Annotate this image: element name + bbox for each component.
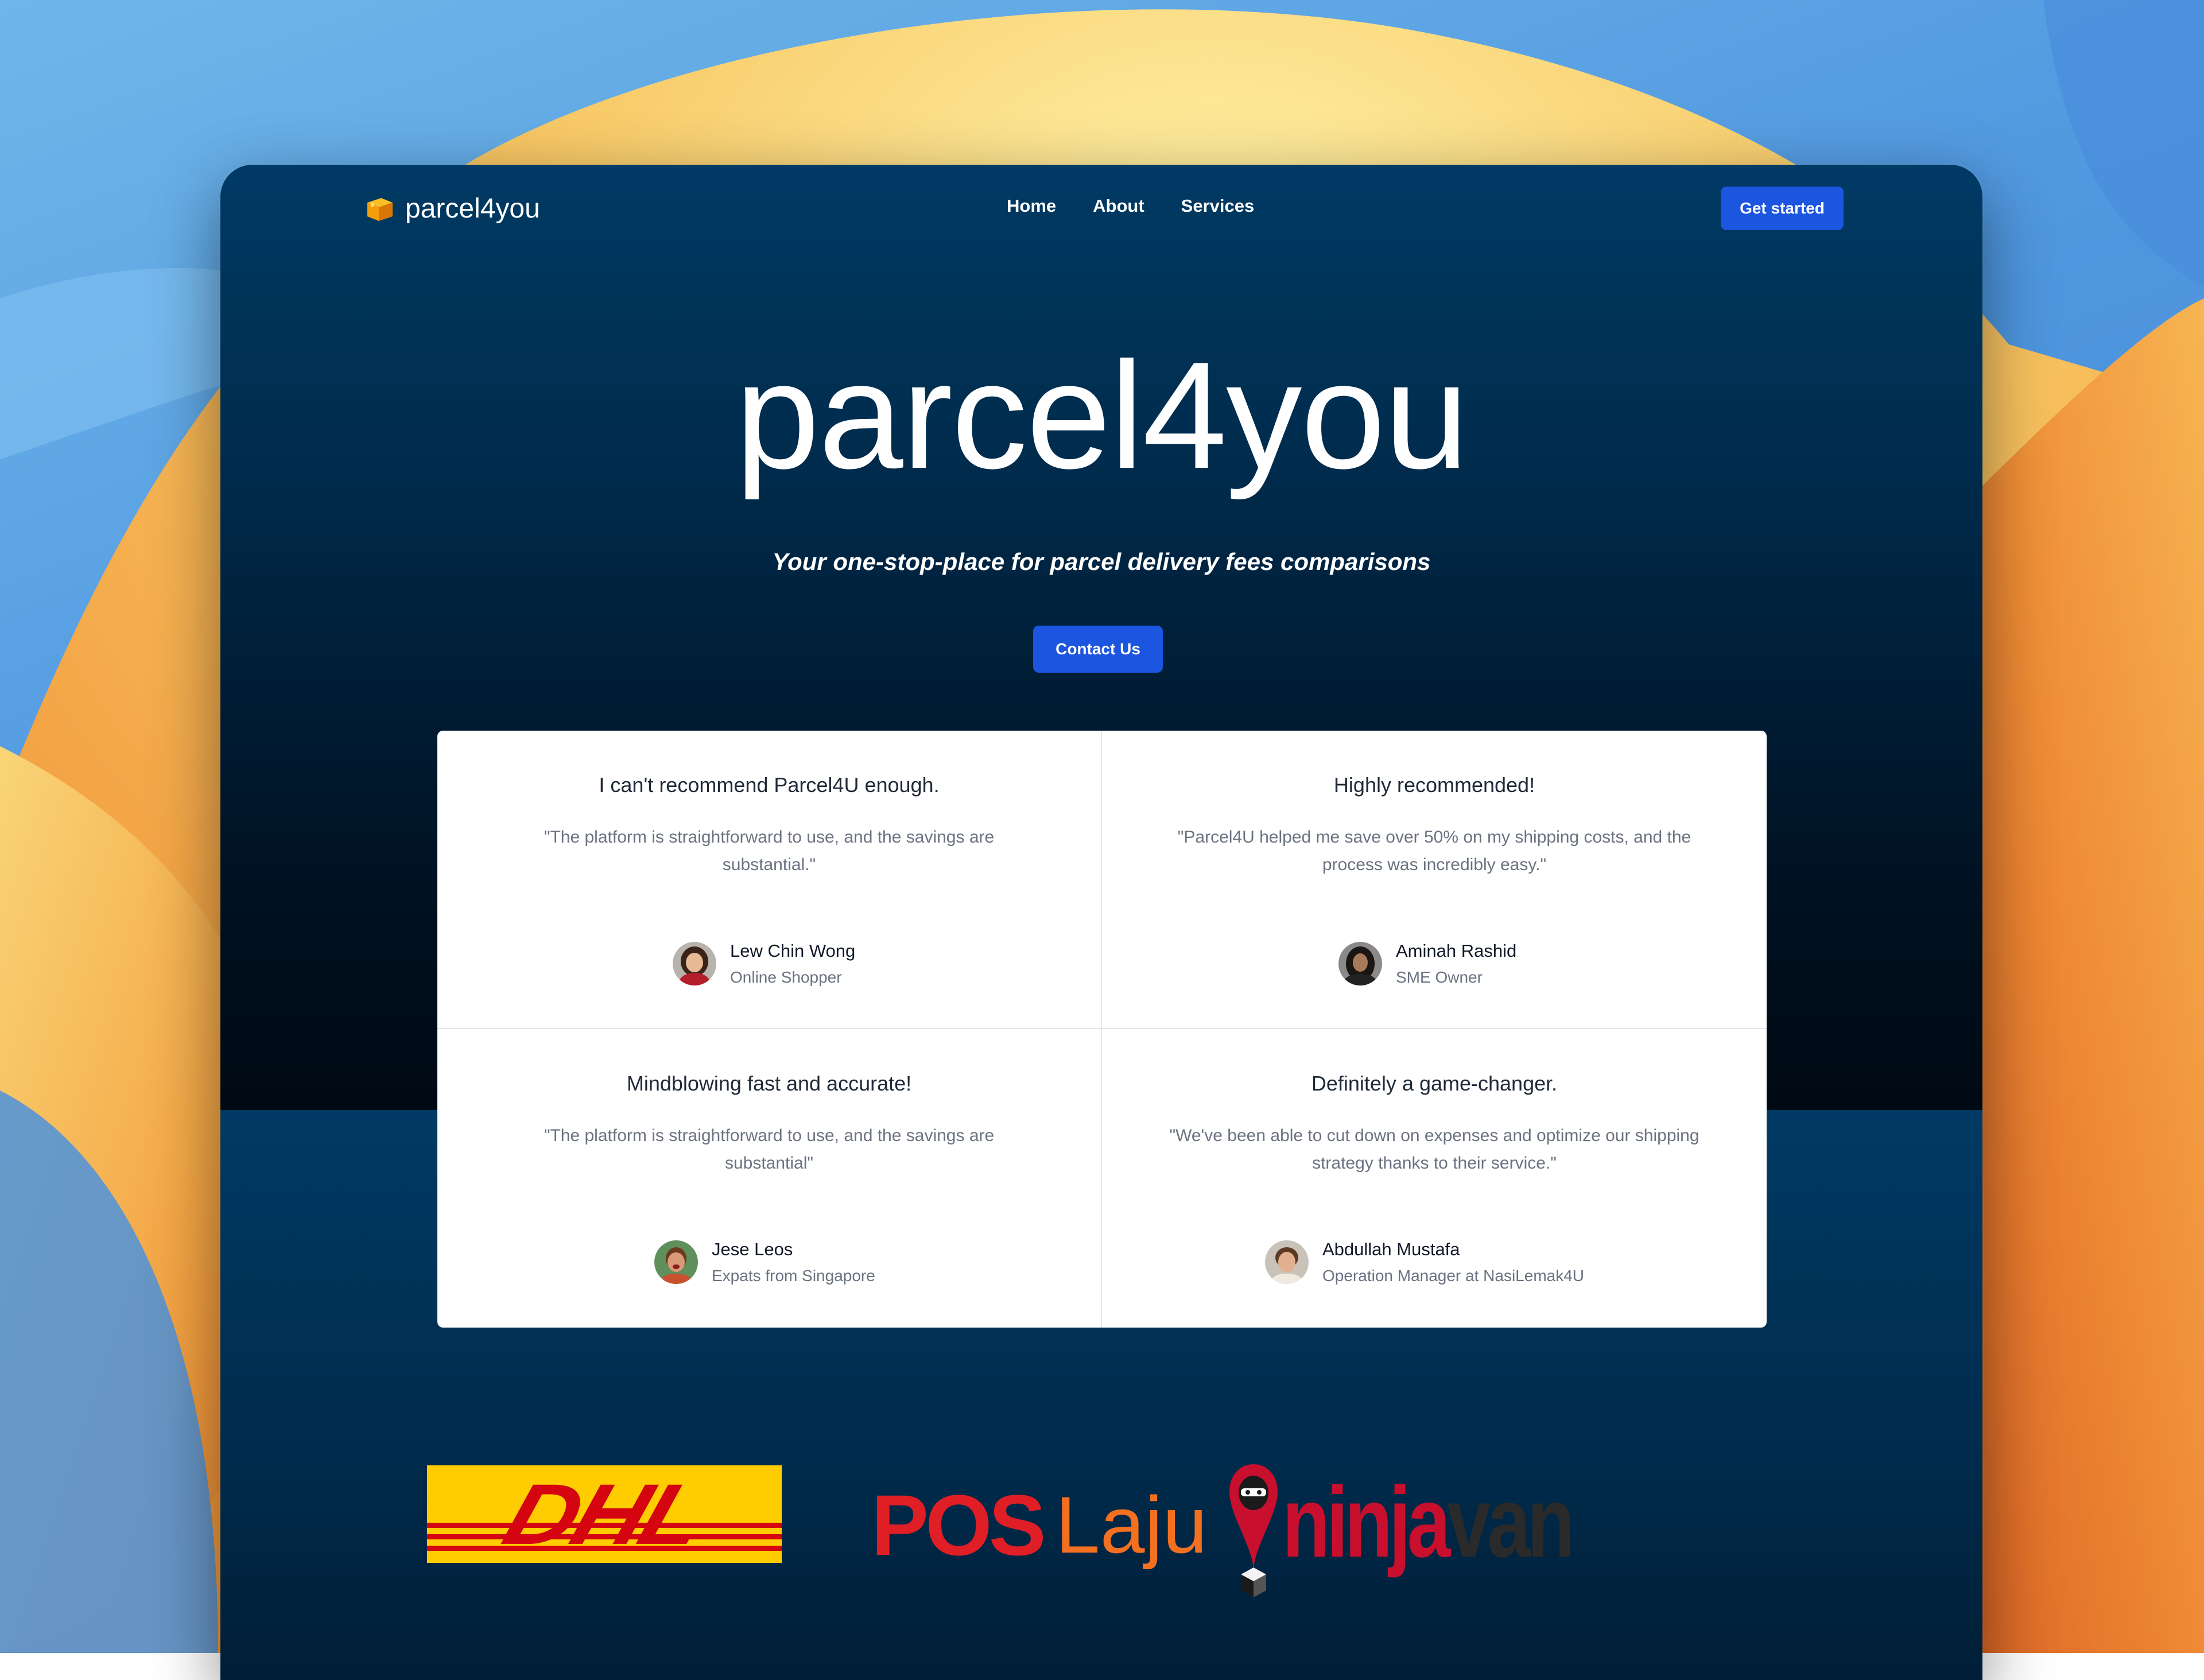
author-name: Abdullah Mustafa [1322, 1239, 1460, 1259]
testimonial-card: I can't recommend Parcel4U enough. "The … [437, 731, 1102, 1029]
testimonial-title: Definitely a game-changer. [1311, 1072, 1558, 1095]
dhl-logo: DHL [427, 1465, 782, 1563]
author-role: Online Shopper [730, 968, 842, 986]
main-nav: Home About Services [1007, 196, 1254, 216]
testimonial-author: Aminah Rashid SME Owner [1338, 941, 1516, 987]
ninjavan-wordmark: ninjavan [1282, 1472, 1575, 1573]
ninjavan-van-text: van [1447, 1466, 1575, 1578]
testimonials-grid: I can't recommend Parcel4U enough. "The … [437, 731, 1767, 1328]
author-role: Expats from Singapore [712, 1267, 875, 1285]
author-name: Lew Chin Wong [730, 941, 856, 961]
browser-window: parcel4you Home About Services Get start… [220, 165, 1982, 1680]
hero-subtitle: Your one-stop-place for parcel delivery … [772, 548, 1431, 575]
ninjavan-ninja-text: ninja [1282, 1466, 1451, 1578]
author-role: SME Owner [1396, 968, 1483, 986]
testimonial-quote: "We've been able to cut down on expenses… [1169, 1126, 1699, 1173]
testimonial-quote: "The platform is straightforward to use,… [544, 1126, 995, 1173]
testimonial-title: Mindblowing fast and accurate! [626, 1072, 912, 1095]
testimonial-author: Lew Chin Wong Online Shopper [673, 941, 855, 987]
testimonial-quote: "Parcel4U helped me save over 50% on my … [1177, 828, 1691, 874]
parcel-box-icon [367, 198, 393, 221]
dhl-wordmark: DHL [492, 1466, 716, 1562]
poslaju-laju-wordmark: Laju [1055, 1480, 1208, 1570]
testimonial-quote: "The platform is straightforward to use,… [544, 828, 995, 874]
nav-link-about[interactable]: About [1093, 196, 1144, 216]
testimonial-card: Mindblowing fast and accurate! "The plat… [437, 1029, 1102, 1328]
testimonial-author: Jese Leos Expats from Singapore [654, 1239, 875, 1285]
contact-us-button[interactable]: Contact Us [1033, 626, 1163, 673]
brand-logo[interactable]: parcel4you [364, 192, 540, 224]
author-name: Aminah Rashid [1396, 941, 1517, 961]
nav-link-home[interactable]: Home [1007, 196, 1056, 216]
testimonial-title: Highly recommended! [1333, 773, 1535, 797]
brand-name: parcel4you [405, 193, 540, 224]
avatar [1338, 942, 1382, 986]
poslaju-pos-wordmark: POS [871, 1477, 1046, 1573]
testimonial-card: Definitely a game-changer. "We've been a… [1102, 1029, 1767, 1328]
poslaju-logo: POS Laju [871, 1477, 1208, 1573]
testimonial-title: I can't recommend Parcel4U enough. [599, 773, 940, 797]
ninjavan-logo: ninjavan [1225, 1462, 1653, 1600]
author-role: Operation Manager at NasiLemak4U [1322, 1267, 1585, 1285]
avatar [654, 1240, 698, 1284]
testimonial-author: Abdullah Mustafa Operation Manager at Na… [1265, 1239, 1584, 1285]
get-started-button[interactable]: Get started [1721, 187, 1844, 230]
nav-link-services[interactable]: Services [1181, 196, 1255, 216]
avatar [1265, 1240, 1309, 1284]
author-name: Jese Leos [712, 1239, 793, 1259]
avatar [673, 942, 716, 986]
hero-title: parcel4you [735, 331, 1469, 500]
ninja-pin-icon [1229, 1464, 1278, 1597]
testimonial-card: Highly recommended! "Parcel4U helped me … [1102, 731, 1767, 1029]
